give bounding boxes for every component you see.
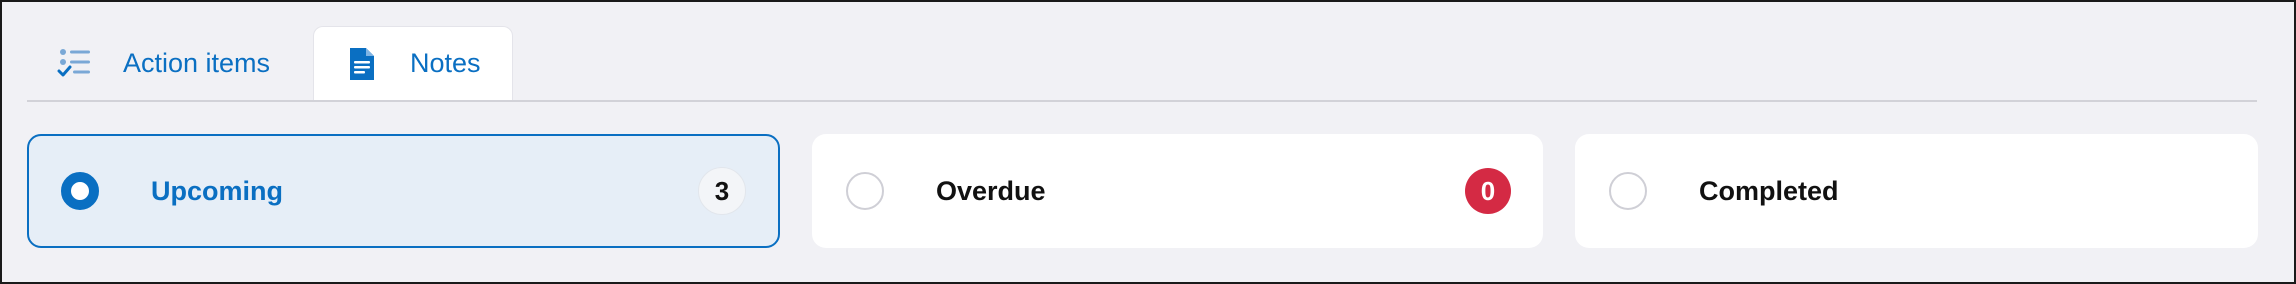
upcoming-label: Upcoming [151, 175, 283, 206]
upcoming-count-badge: 3 [698, 167, 746, 215]
tab-notes[interactable]: Notes [313, 26, 513, 100]
overdue-count-badge: 0 [1465, 168, 1511, 214]
completed-label: Completed [1699, 175, 1839, 206]
overdue-label: Overdue [936, 175, 1046, 206]
completed-radio[interactable] [1609, 172, 1647, 210]
filter-cards: Upcoming 3 Overdue 0 Completed [27, 134, 2258, 248]
tab-action-items-label: Action items [123, 47, 271, 78]
overdue-radio[interactable] [846, 172, 884, 210]
filter-card-upcoming[interactable]: Upcoming 3 [27, 134, 780, 248]
tab-bar: Action items Notes [27, 26, 513, 100]
filter-card-overdue[interactable]: Overdue 0 [812, 134, 1543, 248]
filter-card-completed[interactable]: Completed [1575, 134, 2258, 248]
tab-notes-label: Notes [410, 48, 481, 78]
checklist-icon [57, 45, 93, 81]
document-icon [344, 46, 380, 82]
tab-divider [27, 100, 2257, 102]
upcoming-radio[interactable] [61, 172, 99, 210]
tab-action-items[interactable]: Action items [27, 26, 313, 100]
